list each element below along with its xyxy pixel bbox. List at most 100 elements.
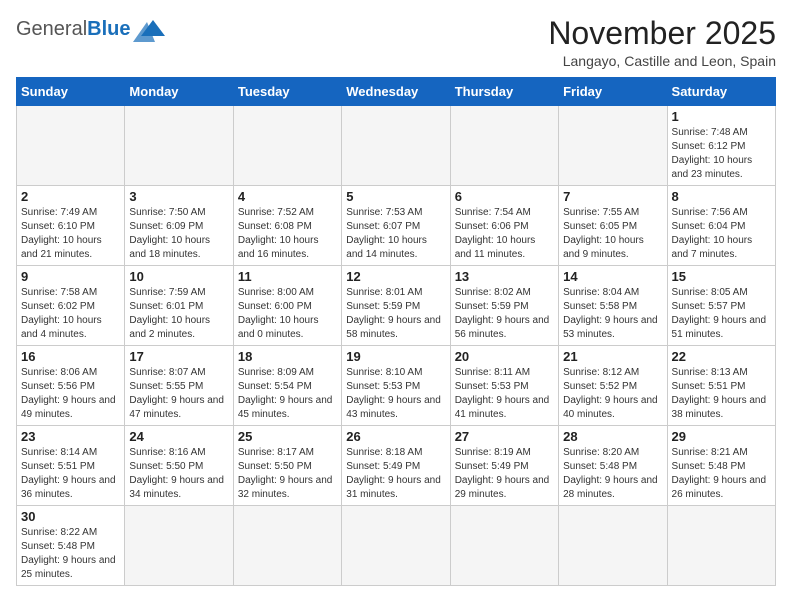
- calendar-day-cell: [342, 506, 450, 586]
- logo-area: GeneralBlue: [16, 16, 165, 42]
- day-number: 2: [21, 189, 120, 204]
- calendar-day-cell: 11 Sunrise: 8:00 AM Sunset: 6:00 PM Dayli…: [233, 266, 341, 346]
- day-number: 3: [129, 189, 228, 204]
- calendar-day-cell: 20 Sunrise: 8:11 AM Sunset: 5:53 PM Dayli…: [450, 346, 558, 426]
- day-info: Sunrise: 8:00 AM Sunset: 6:00 PM Dayligh…: [238, 286, 337, 342]
- day-info: Sunrise: 7:53 AM Sunset: 6:07 PM Dayligh…: [346, 206, 445, 262]
- calendar-day-cell: 8 Sunrise: 7:56 AM Sunset: 6:04 PM Daylig…: [667, 186, 775, 266]
- calendar-day-cell: 12 Sunrise: 8:01 AM Sunset: 5:59 PM Dayli…: [342, 266, 450, 346]
- calendar-day-cell: 26Sunrise: 8:18 AM Sunset: 5:49 PM Dayli…: [342, 426, 450, 506]
- day-number: 13: [455, 269, 554, 284]
- day-number: 27: [455, 429, 554, 444]
- calendar-week-row: 2 Sunrise: 7:49 AM Sunset: 6:10 PM Daylig…: [17, 186, 776, 266]
- weekday-header-monday: Monday: [125, 78, 233, 106]
- day-number: 6: [455, 189, 554, 204]
- day-number: 14: [563, 269, 662, 284]
- subtitle: Langayo, Castille and Leon, Spain: [548, 53, 776, 69]
- day-number: 4: [238, 189, 337, 204]
- calendar-week-row: 1 Sunrise: 7:48 AM Sunset: 6:12 PM Daylig…: [17, 106, 776, 186]
- day-number: 9: [21, 269, 120, 284]
- day-info: Sunrise: 8:07 AM Sunset: 5:55 PM Dayligh…: [129, 366, 228, 422]
- weekday-header-sunday: Sunday: [17, 78, 125, 106]
- day-info: Sunrise: 7:56 AM Sunset: 6:04 PM Dayligh…: [672, 206, 771, 262]
- calendar-day-cell: 30 Sunrise: 8:22 AM Sunset: 5:48 PM Dayli…: [17, 506, 125, 586]
- calendar-day-cell: 2 Sunrise: 7:49 AM Sunset: 6:10 PM Daylig…: [17, 186, 125, 266]
- day-info: Sunrise: 8:21 AM Sunset: 5:48 PM Dayligh…: [672, 446, 771, 502]
- month-title: November 2025: [548, 16, 776, 51]
- day-info: Sunrise: 7:59 AM Sunset: 6:01 PM Dayligh…: [129, 286, 228, 342]
- calendar-day-cell: 14Sunrise: 8:04 AM Sunset: 5:58 PM Dayli…: [559, 266, 667, 346]
- day-info: Sunrise: 8:01 AM Sunset: 5:59 PM Dayligh…: [346, 286, 445, 342]
- calendar-day-cell: 21 Sunrise: 8:12 AM Sunset: 5:52 PM Dayli…: [559, 346, 667, 426]
- day-number: 28: [563, 429, 662, 444]
- calendar-week-row: 30 Sunrise: 8:22 AM Sunset: 5:48 PM Dayli…: [17, 506, 776, 586]
- weekday-header-tuesday: Tuesday: [233, 78, 341, 106]
- calendar-day-cell: 6 Sunrise: 7:54 AM Sunset: 6:06 PM Daylig…: [450, 186, 558, 266]
- day-info: Sunrise: 8:06 AM Sunset: 5:56 PM Dayligh…: [21, 366, 120, 422]
- day-info: Sunrise: 7:54 AM Sunset: 6:06 PM Dayligh…: [455, 206, 554, 262]
- logo-text: GeneralBlue: [16, 18, 131, 40]
- day-info: Sunrise: 8:12 AM Sunset: 5:52 PM Dayligh…: [563, 366, 662, 422]
- day-number: 23: [21, 429, 120, 444]
- weekday-header-thursday: Thursday: [450, 78, 558, 106]
- calendar-day-cell: 16Sunrise: 8:06 AM Sunset: 5:56 PM Dayli…: [17, 346, 125, 426]
- day-info: Sunrise: 7:49 AM Sunset: 6:10 PM Dayligh…: [21, 206, 120, 262]
- day-number: 24: [129, 429, 228, 444]
- day-info: Sunrise: 8:19 AM Sunset: 5:49 PM Dayligh…: [455, 446, 554, 502]
- day-info: Sunrise: 8:05 AM Sunset: 5:57 PM Dayligh…: [672, 286, 771, 342]
- calendar-week-row: 16Sunrise: 8:06 AM Sunset: 5:56 PM Dayli…: [17, 346, 776, 426]
- logo-icon: [133, 16, 165, 42]
- calendar-day-cell: 1 Sunrise: 7:48 AM Sunset: 6:12 PM Daylig…: [667, 106, 775, 186]
- day-number: 21: [563, 349, 662, 364]
- day-number: 18: [238, 349, 337, 364]
- day-info: Sunrise: 8:18 AM Sunset: 5:49 PM Dayligh…: [346, 446, 445, 502]
- calendar-day-cell: [233, 506, 341, 586]
- calendar-week-row: 23Sunrise: 8:14 AM Sunset: 5:51 PM Dayli…: [17, 426, 776, 506]
- day-number: 19: [346, 349, 445, 364]
- calendar-day-cell: 24 Sunrise: 8:16 AM Sunset: 5:50 PM Dayli…: [125, 426, 233, 506]
- calendar-day-cell: 18Sunrise: 8:09 AM Sunset: 5:54 PM Dayli…: [233, 346, 341, 426]
- calendar-day-cell: 19Sunrise: 8:10 AM Sunset: 5:53 PM Dayli…: [342, 346, 450, 426]
- calendar-day-cell: 15 Sunrise: 8:05 AM Sunset: 5:57 PM Dayli…: [667, 266, 775, 346]
- day-number: 7: [563, 189, 662, 204]
- calendar-table: SundayMondayTuesdayWednesdayThursdayFrid…: [16, 77, 776, 586]
- day-info: Sunrise: 8:22 AM Sunset: 5:48 PM Dayligh…: [21, 526, 120, 582]
- calendar-day-cell: [559, 106, 667, 186]
- calendar-day-cell: [125, 506, 233, 586]
- day-number: 15: [672, 269, 771, 284]
- calendar-day-cell: [667, 506, 775, 586]
- day-info: Sunrise: 8:17 AM Sunset: 5:50 PM Dayligh…: [238, 446, 337, 502]
- calendar-day-cell: [559, 506, 667, 586]
- day-number: 11: [238, 269, 337, 284]
- calendar-day-cell: 25Sunrise: 8:17 AM Sunset: 5:50 PM Dayli…: [233, 426, 341, 506]
- day-number: 12: [346, 269, 445, 284]
- weekday-header-wednesday: Wednesday: [342, 78, 450, 106]
- calendar-day-cell: 13Sunrise: 8:02 AM Sunset: 5:59 PM Dayli…: [450, 266, 558, 346]
- day-info: Sunrise: 7:52 AM Sunset: 6:08 PM Dayligh…: [238, 206, 337, 262]
- calendar-day-cell: [342, 106, 450, 186]
- calendar-day-cell: 22 Sunrise: 8:13 AM Sunset: 5:51 PM Dayli…: [667, 346, 775, 426]
- day-info: Sunrise: 7:48 AM Sunset: 6:12 PM Dayligh…: [672, 126, 771, 182]
- calendar-day-cell: [450, 106, 558, 186]
- day-number: 30: [21, 509, 120, 524]
- day-info: Sunrise: 8:11 AM Sunset: 5:53 PM Dayligh…: [455, 366, 554, 422]
- day-info: Sunrise: 8:16 AM Sunset: 5:50 PM Dayligh…: [129, 446, 228, 502]
- calendar-day-cell: 4 Sunrise: 7:52 AM Sunset: 6:08 PM Daylig…: [233, 186, 341, 266]
- day-info: Sunrise: 7:55 AM Sunset: 6:05 PM Dayligh…: [563, 206, 662, 262]
- calendar-day-cell: 23Sunrise: 8:14 AM Sunset: 5:51 PM Dayli…: [17, 426, 125, 506]
- day-number: 1: [672, 109, 771, 124]
- day-number: 22: [672, 349, 771, 364]
- calendar-day-cell: 3Sunrise: 7:50 AM Sunset: 6:09 PM Daylig…: [125, 186, 233, 266]
- day-number: 20: [455, 349, 554, 364]
- day-info: Sunrise: 8:13 AM Sunset: 5:51 PM Dayligh…: [672, 366, 771, 422]
- calendar-day-cell: 29Sunrise: 8:21 AM Sunset: 5:48 PM Dayli…: [667, 426, 775, 506]
- day-number: 8: [672, 189, 771, 204]
- calendar-day-cell: 7 Sunrise: 7:55 AM Sunset: 6:05 PM Daylig…: [559, 186, 667, 266]
- day-info: Sunrise: 8:20 AM Sunset: 5:48 PM Dayligh…: [563, 446, 662, 502]
- day-number: 5: [346, 189, 445, 204]
- calendar-day-cell: [233, 106, 341, 186]
- day-number: 17: [129, 349, 228, 364]
- day-number: 10: [129, 269, 228, 284]
- day-info: Sunrise: 7:58 AM Sunset: 6:02 PM Dayligh…: [21, 286, 120, 342]
- header: GeneralBlue November 2025 Langayo, Casti…: [16, 16, 776, 69]
